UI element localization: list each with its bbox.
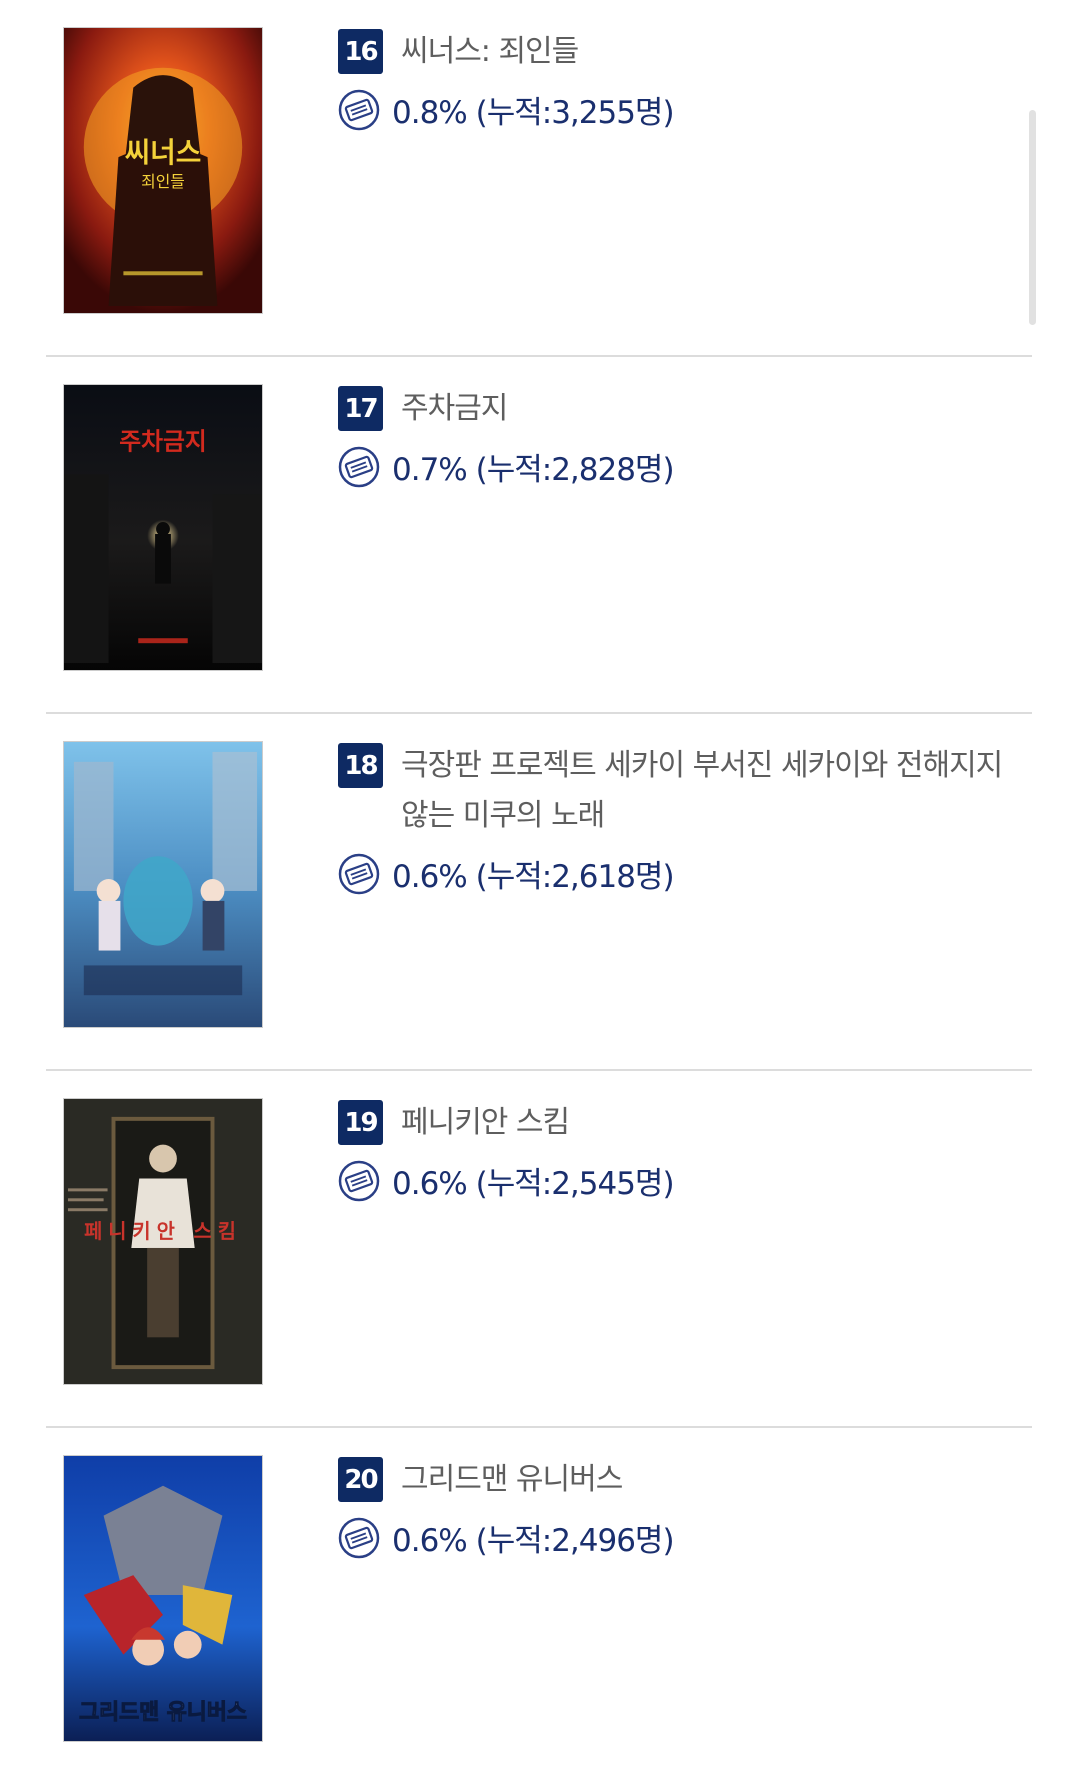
svg-text:주차금지: 주차금지 [119,428,206,456]
audience-share: 0.7% (누적:2,828명) [392,452,675,488]
movie-poster[interactable] [63,741,263,1028]
movie-info: 19 페니키안 스킴 0.6% (누적:2,545명) [338,1098,1028,1203]
ticket-icon [338,89,380,130]
svg-text:그리드맨 유니버스: 그리드맨 유니버스 [79,1700,247,1725]
movie-title[interactable]: 씨너스: 죄인들 [401,27,579,77]
movie-list-item[interactable]: 페니키안 스킴 19 페니키안 스킴 0.6% (누적:2,545명) [46,1071,1032,1428]
rank-badge: 17 [338,386,383,431]
rank-badge: 18 [338,743,383,788]
movie-title[interactable]: 주차금지 [401,384,508,434]
movie-title[interactable]: 페니키안 스킴 [401,1098,570,1148]
movie-info: 18 극장판 프로젝트 세카이 부서진 세카이와 전해지지 않는 미쿠의 노래 … [338,741,1028,896]
ticket-icon [338,446,380,487]
scrollbar-thumb[interactable] [1029,110,1036,325]
poster-title: 씨너스 [125,136,201,169]
movie-list-item[interactable]: 주차금지 17 주차금지 0.7% (누적:2,828명) [46,357,1032,714]
svg-text:페니키안 스킴: 페니키안 스킴 [84,1220,242,1243]
movie-title[interactable]: 그리드맨 유니버스 [401,1455,623,1505]
movie-info: 20 그리드맨 유니버스 0.6% (누적:2,496명) [338,1455,1028,1560]
box-office-page: 씨너스 죄인들 16 씨너스: 죄인들 0.8% (누적:3,255명) 주차금… [0,0,1080,1769]
movie-title[interactable]: 극장판 프로젝트 세카이 부서진 세카이와 전해지지 않는 미쿠의 노래 [401,741,1028,841]
movie-poster[interactable]: 그리드맨 유니버스 [63,1455,263,1742]
movie-list-item[interactable]: 그리드맨 유니버스 20 그리드맨 유니버스 0.6% (누적:2,496명) [46,1428,1032,1769]
audience-share: 0.6% (누적:2,496명) [392,1523,675,1559]
audience-share: 0.6% (누적:2,545명) [392,1166,675,1202]
movie-poster[interactable]: 씨너스 죄인들 [63,27,263,314]
movie-poster[interactable]: 주차금지 [63,384,263,671]
rank-badge: 20 [338,1457,383,1502]
movie-info: 17 주차금지 0.7% (누적:2,828명) [338,384,1028,489]
ticket-icon [338,853,380,894]
audience-share: 0.8% (누적:3,255명) [392,95,675,131]
rank-badge: 16 [338,29,383,74]
movie-list: 씨너스 죄인들 16 씨너스: 죄인들 0.8% (누적:3,255명) 주차금… [46,0,1032,1769]
movie-list-item[interactable]: 18 극장판 프로젝트 세카이 부서진 세카이와 전해지지 않는 미쿠의 노래 … [46,714,1032,1071]
ticket-icon [338,1517,380,1558]
svg-text:죄인들: 죄인들 [141,172,185,191]
movie-info: 16 씨너스: 죄인들 0.8% (누적:3,255명) [338,27,1028,132]
rank-badge: 19 [338,1100,383,1145]
movie-list-item[interactable]: 씨너스 죄인들 16 씨너스: 죄인들 0.8% (누적:3,255명) [46,0,1032,357]
audience-share: 0.6% (누적:2,618명) [392,859,675,895]
movie-poster[interactable]: 페니키안 스킴 [63,1098,263,1385]
ticket-icon [338,1160,380,1201]
